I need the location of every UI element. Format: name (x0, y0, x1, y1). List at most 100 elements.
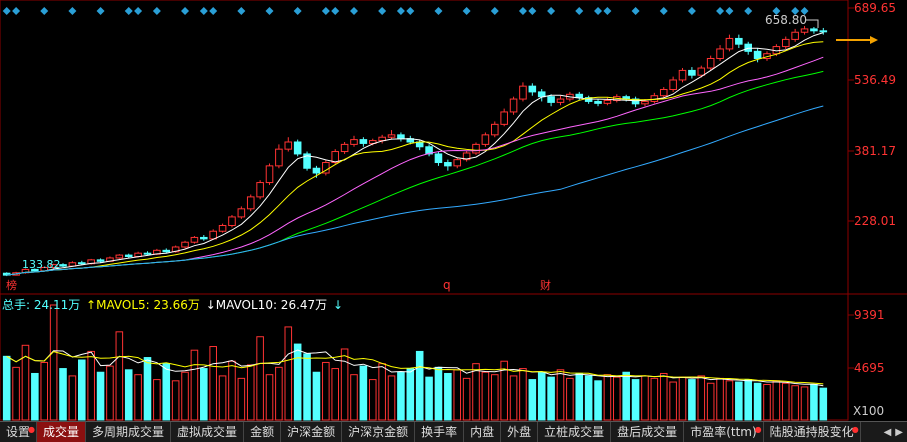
event-marker-cai[interactable]: 财 (540, 278, 551, 292)
candle-body (181, 241, 189, 248)
signal-diamond-icon (152, 7, 161, 15)
volume-bar (40, 361, 49, 421)
candle-body (340, 143, 349, 153)
signal-diamond-icon (659, 7, 668, 15)
volume-bars (2, 304, 828, 421)
chart-svg[interactable]: 689.65 536.49 381.17 228.01 9391 4695 X1… (0, 0, 907, 421)
volume-bar (368, 379, 377, 421)
candle-body (331, 151, 340, 164)
candle-body (59, 264, 67, 267)
candle-body (781, 38, 790, 48)
tab-2[interactable]: 多周期成交量 (86, 422, 172, 442)
volume-bar (265, 374, 274, 421)
event-marker-q[interactable]: q (443, 278, 451, 292)
price-axis-label-2: 536.49 (854, 73, 896, 87)
volume-bar (819, 387, 828, 421)
tab-label: 市盈率(ttm) (690, 425, 757, 439)
candle-body (481, 134, 490, 145)
volume-bar (650, 377, 659, 421)
candle-body (434, 153, 443, 164)
volume-bar (49, 304, 58, 421)
volume-bar (594, 380, 602, 421)
volume-bar (735, 381, 743, 421)
candle-body (209, 230, 217, 240)
candle-body (444, 162, 452, 167)
candle-body (124, 254, 133, 258)
signal-diamond-icon (575, 7, 584, 15)
volume-bar (303, 353, 311, 421)
volume-bar (659, 372, 668, 421)
candle-body (387, 134, 396, 138)
signal-diamond-icon (40, 7, 49, 15)
volume-bar (753, 382, 762, 421)
volume-bar (716, 377, 724, 421)
volume-bar (171, 380, 180, 421)
volume-bar (800, 386, 809, 421)
volume-bar (490, 374, 499, 421)
volume-bar (669, 381, 677, 421)
candle-body (500, 111, 508, 125)
event-marker-bang[interactable]: 榜 (6, 278, 17, 292)
candle-body (256, 182, 264, 198)
volume-bar (275, 366, 283, 421)
signal-diamond-icon (631, 7, 640, 15)
signal-diamond-icon (181, 7, 190, 15)
candle-body (641, 100, 649, 105)
candle-body (77, 262, 86, 265)
volume-bar (256, 336, 264, 421)
tab-11[interactable]: 盘后成交量 (611, 422, 685, 442)
candle-body (228, 216, 236, 227)
scroll-left-icon[interactable]: ◀ (884, 427, 892, 438)
volume-info-bar: 总手: 24.11万 ↑MAVOL5: 23.66万 ↓MAVOL10: 26.… (2, 296, 345, 313)
candle-body (143, 252, 152, 255)
candle-body (744, 43, 753, 52)
tab-3[interactable]: 虚拟成交量 (171, 422, 245, 442)
volume-bar (59, 368, 67, 421)
candle-body (819, 30, 828, 33)
candle-body (556, 98, 565, 103)
volume-bar (106, 365, 114, 421)
tab-6[interactable]: 沪深京金额 (342, 422, 416, 442)
volume-bar (763, 383, 771, 421)
tab-7[interactable]: 换手率 (415, 422, 465, 442)
volume-bar (688, 379, 696, 421)
price-axis-label-4: 228.01 (854, 214, 896, 228)
tab-5[interactable]: 沪深金额 (281, 422, 343, 442)
candle-body (190, 236, 199, 243)
tab-0[interactable]: 设置 ● (0, 422, 38, 442)
tab-8[interactable]: 内盘 (464, 422, 502, 442)
candle-body (753, 50, 762, 59)
tab-dot-icon: ● (851, 425, 859, 434)
volume-bar (96, 371, 105, 421)
volume-bar (181, 371, 189, 421)
tab-10[interactable]: 立桩成交量 (538, 422, 612, 442)
candle-body (200, 236, 208, 240)
volume-bar (547, 376, 555, 421)
tab-4[interactable]: 金额 (244, 422, 282, 442)
candle-body (265, 165, 274, 184)
candle-body (706, 57, 715, 69)
tab-13[interactable]: 陆股通持股变化 ● (764, 422, 861, 442)
volume-bar (444, 372, 452, 421)
signal-diamond-icon (237, 7, 246, 15)
tab-9[interactable]: 外盘 (501, 422, 539, 442)
current-price-arrow-icon (836, 36, 878, 44)
scroll-right-icon[interactable]: ▶ (895, 427, 903, 438)
volume-unit-label: X100 (853, 404, 884, 418)
tab-dot-icon: ● (28, 425, 36, 434)
tab-label: 陆股通持股变化 (769, 425, 854, 439)
candle-body (453, 159, 462, 167)
volume-axis-label-2: 4695 (854, 361, 885, 375)
volume-bar (678, 376, 687, 421)
candle-body (359, 139, 368, 144)
tab-label: 内盘 (470, 425, 495, 439)
tab-scroll-arrows[interactable]: ◀ ▶ (884, 422, 907, 442)
volume-bar (575, 372, 584, 421)
tab-1[interactable]: 成交量 (37, 422, 87, 442)
tab-12[interactable]: 市盈率(ttm) ● (684, 422, 764, 442)
volume-bar (387, 375, 396, 421)
signal-diamond-icon (396, 7, 405, 15)
candle-body (519, 85, 527, 100)
signal-diamond-icon (687, 7, 696, 15)
volume-bar (209, 346, 217, 421)
